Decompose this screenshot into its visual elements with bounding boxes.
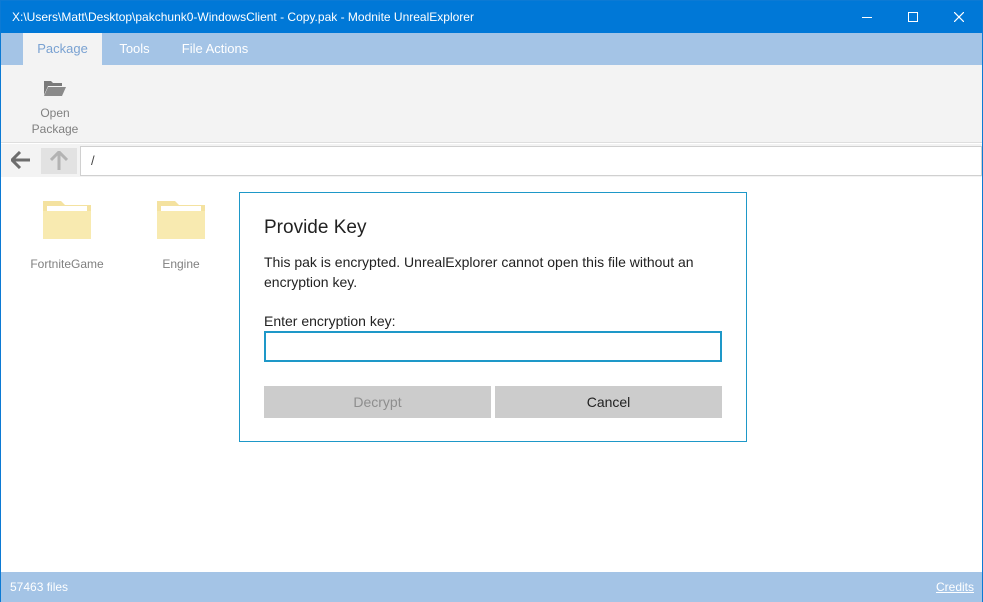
dialog-message: This pak is encrypted. UnrealExplorer ca… (264, 254, 694, 290)
folder-item-engine[interactable]: Engine (131, 197, 231, 271)
folder-label: FortniteGame (30, 257, 104, 271)
open-package-label-line2: Package (31, 122, 79, 136)
cancel-button[interactable]: Cancel (495, 386, 722, 418)
close-button[interactable] (936, 1, 982, 33)
window-title: X:\Users\Matt\Desktop\pakchunk0-WindowsC… (12, 10, 474, 24)
folder-item-fortnitegame[interactable]: FortniteGame (17, 197, 117, 271)
folder-open-icon (21, 75, 89, 101)
ribbon-panel: Open Package (1, 65, 982, 143)
arrow-left-icon (11, 151, 30, 169)
arrow-up-icon (50, 151, 68, 170)
open-package-button[interactable]: Open Package (21, 75, 89, 137)
tab-package[interactable]: Package (23, 33, 102, 65)
open-package-label-line1: Open (40, 106, 70, 120)
ribbon-tab-bar: Package Tools File Actions (1, 33, 982, 65)
maximize-icon (908, 12, 918, 22)
title-bar[interactable]: X:\Users\Matt\Desktop\pakchunk0-WindowsC… (1, 1, 982, 33)
encryption-key-input[interactable] (264, 331, 722, 362)
tab-file-actions[interactable]: File Actions (170, 33, 260, 65)
close-icon (954, 12, 964, 22)
credits-link[interactable]: Credits (936, 572, 974, 602)
file-count: 57463 files (10, 580, 69, 594)
status-bar: 57463 files Credits (1, 572, 982, 602)
provide-key-dialog: Provide Key This pak is encrypted. Unrea… (239, 192, 747, 442)
minimize-icon (862, 17, 872, 18)
maximize-button[interactable] (890, 1, 936, 33)
address-path: / (91, 153, 95, 168)
up-button[interactable] (41, 148, 77, 174)
folder-label: Engine (162, 257, 200, 271)
folder-icon (17, 197, 117, 247)
navigation-bar: / (1, 144, 982, 177)
dialog-title: Provide Key (264, 217, 367, 238)
address-bar[interactable]: / (80, 146, 982, 176)
folder-icon (131, 197, 231, 247)
back-button[interactable] (5, 148, 37, 172)
decrypt-button[interactable]: Decrypt (264, 386, 491, 418)
minimize-button[interactable] (844, 1, 890, 33)
encryption-key-label: Enter encryption key: (264, 313, 396, 329)
tab-tools[interactable]: Tools (107, 33, 162, 65)
